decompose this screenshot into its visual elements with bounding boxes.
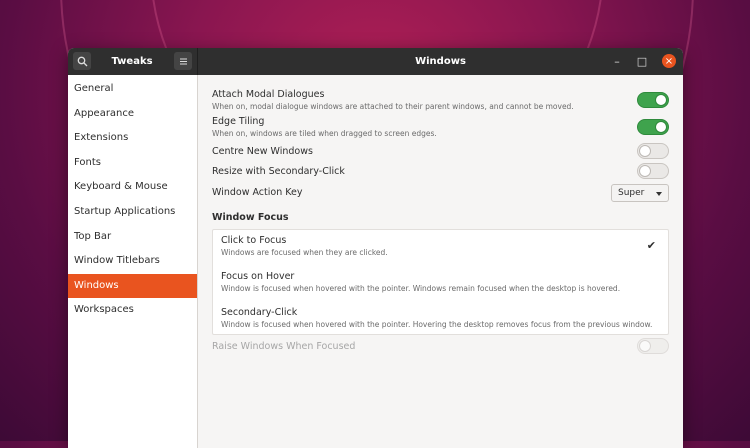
sidebar-item-general[interactable]: General: [68, 77, 197, 102]
chevron-down-icon: [656, 192, 662, 196]
menu-button[interactable]: [174, 52, 192, 70]
settings-panel: Attach Modal Dialogues When on, modal di…: [198, 75, 683, 448]
window-action-key-dropdown[interactable]: Super: [611, 184, 669, 202]
option-description: Windows are focused when they are clicke…: [221, 248, 388, 257]
setting-resize-secondary-click: Resize with Secondary-Click: [212, 163, 669, 179]
setting-title: Raise Windows When Focused: [212, 341, 356, 352]
sidebar-item-top-bar[interactable]: Top Bar: [68, 225, 197, 250]
search-icon: [77, 56, 87, 66]
setting-title: Edge Tiling: [212, 116, 265, 127]
setting-title: Attach Modal Dialogues: [212, 89, 325, 100]
maximize-button[interactable]: □: [633, 52, 651, 70]
setting-title: Centre New Windows: [212, 146, 313, 157]
window-focus-list: Click to Focus Windows are focused when …: [212, 229, 669, 335]
hamburger-menu-icon: [179, 58, 187, 64]
minimize-button[interactable]: –: [608, 52, 626, 70]
option-description: Window is focused when hovered with the …: [221, 320, 653, 329]
sidebar-item-window-titlebars[interactable]: Window Titlebars: [68, 249, 197, 274]
sidebar-item-fonts[interactable]: Fonts: [68, 151, 197, 176]
setting-description: When on, windows are tiled when dragged …: [212, 129, 437, 138]
setting-centre-new-windows: Centre New Windows: [212, 143, 669, 159]
focus-option-click-to-focus[interactable]: Click to Focus Windows are focused when …: [221, 235, 660, 257]
option-title: Click to Focus: [221, 235, 287, 246]
close-button[interactable]: ×: [662, 54, 676, 68]
dropdown-value: Super: [618, 188, 645, 198]
setting-edge-tiling: Edge Tiling When on, windows are tiled w…: [212, 116, 669, 138]
centre-new-windows-switch[interactable]: [637, 143, 669, 159]
sidebar-item-workspaces[interactable]: Workspaces: [68, 298, 197, 323]
search-button[interactable]: [73, 52, 91, 70]
option-title: Secondary-Click: [221, 307, 298, 318]
sidebar-item-keyboard-mouse[interactable]: Keyboard & Mouse: [68, 175, 197, 200]
sidebar: General Appearance Extensions Fonts Keyb…: [68, 75, 198, 448]
sidebar-item-startup-applications[interactable]: Startup Applications: [68, 200, 197, 225]
titlebar: Tweaks Windows – □ ×: [68, 48, 683, 75]
check-icon: ✔: [646, 239, 656, 252]
sidebar-item-appearance[interactable]: Appearance: [68, 102, 197, 127]
sidebar-item-extensions[interactable]: Extensions: [68, 126, 197, 151]
setting-raise-windows: Raise Windows When Focused: [212, 338, 669, 354]
setting-description: When on, modal dialogue windows are atta…: [212, 102, 574, 111]
focus-option-secondary-click[interactable]: Secondary-Click Window is focused when h…: [221, 307, 660, 329]
option-title: Focus on Hover: [221, 271, 295, 282]
setting-title: Window Action Key: [212, 187, 303, 198]
focus-option-focus-on-hover[interactable]: Focus on Hover Window is focused when ho…: [221, 271, 660, 293]
setting-title: Resize with Secondary-Click: [212, 166, 345, 177]
tweaks-window: Tweaks Windows – □ × General Appearance …: [68, 48, 683, 448]
app-title: Tweaks: [111, 56, 153, 67]
sidebar-item-windows[interactable]: Windows: [68, 273, 197, 299]
edge-tiling-switch[interactable]: [637, 119, 669, 135]
raise-windows-switch[interactable]: [637, 338, 669, 354]
setting-attach-modal: Attach Modal Dialogues When on, modal di…: [212, 89, 669, 111]
attach-modal-switch[interactable]: [637, 92, 669, 108]
option-description: Window is focused when hovered with the …: [221, 284, 621, 293]
setting-window-action-key: Window Action Key Super: [212, 184, 669, 202]
section-window-focus: Window Focus: [212, 212, 669, 223]
section-title: Window Focus: [212, 212, 289, 223]
resize-secondary-click-switch[interactable]: [637, 163, 669, 179]
